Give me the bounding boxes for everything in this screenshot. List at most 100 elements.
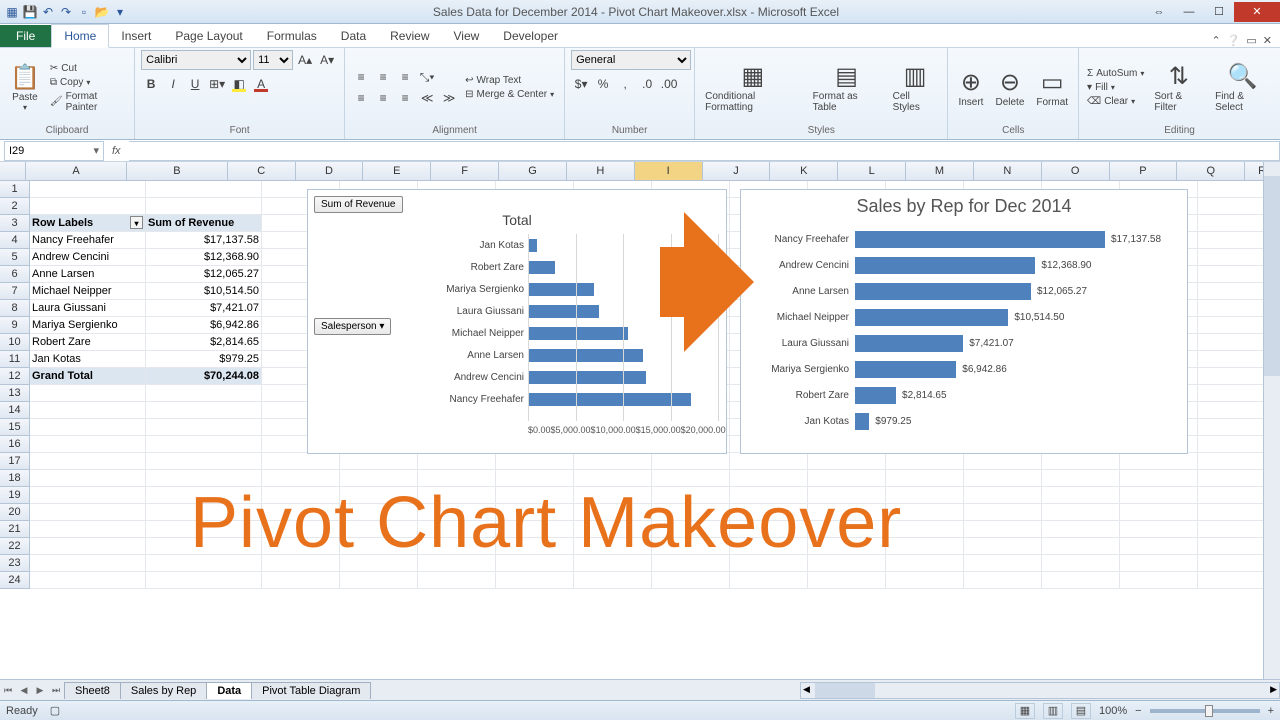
tab-nav-next-icon[interactable]: ▶: [32, 685, 48, 696]
row-2[interactable]: 2: [0, 198, 30, 215]
grow-font-icon[interactable]: A▴: [295, 50, 315, 70]
tab-nav-first-icon[interactable]: ⏮: [0, 685, 16, 696]
select-all-corner[interactable]: [0, 162, 26, 180]
wrap-text-button[interactable]: ↩Wrap Text: [463, 74, 556, 87]
indent-dec-icon[interactable]: ≪: [417, 88, 437, 108]
format-button[interactable]: ▭Format: [1032, 66, 1072, 110]
row-18[interactable]: 18: [0, 470, 30, 487]
redo-icon[interactable]: ↷: [58, 4, 74, 20]
zoom-in-icon[interactable]: +: [1268, 705, 1274, 717]
row-22[interactable]: 22: [0, 538, 30, 555]
view-pagebreak-icon[interactable]: ▤: [1071, 703, 1091, 719]
format-as-table-button[interactable]: ▤Format as Table: [809, 60, 885, 115]
tab-home[interactable]: Home: [51, 24, 109, 48]
conditional-formatting-button[interactable]: ▦Conditional Formatting: [701, 60, 805, 115]
row-20[interactable]: 20: [0, 504, 30, 521]
save-icon[interactable]: 💾: [22, 4, 38, 20]
align-top-icon[interactable]: ≡: [351, 67, 371, 87]
zoom-level[interactable]: 100%: [1099, 705, 1127, 717]
sheet-tab-sales-by-rep[interactable]: Sales by Rep: [120, 682, 207, 699]
filter-dropdown-icon[interactable]: ▾: [130, 216, 143, 229]
row-10[interactable]: 10: [0, 334, 30, 351]
indent-inc-icon[interactable]: ≫: [439, 88, 459, 108]
tab-review[interactable]: Review: [378, 25, 441, 47]
col-d[interactable]: D: [296, 162, 364, 180]
file-tab[interactable]: File: [0, 25, 51, 47]
clear-button[interactable]: ⌫Clear▾: [1085, 95, 1146, 108]
number-format-select[interactable]: General: [571, 50, 691, 70]
minimize-ribbon-icon[interactable]: ⌃: [1211, 34, 1220, 47]
row-24[interactable]: 24: [0, 572, 30, 589]
row-9[interactable]: 9: [0, 317, 30, 334]
copy-button[interactable]: ⧉Copy▾: [48, 76, 128, 89]
row-12[interactable]: 12: [0, 368, 30, 385]
tab-nav-last-icon[interactable]: ⏭: [48, 685, 64, 696]
row-17[interactable]: 17: [0, 453, 30, 470]
col-e[interactable]: E: [363, 162, 431, 180]
undo-icon[interactable]: ↶: [40, 4, 56, 20]
bold-button[interactable]: B: [141, 74, 161, 94]
hscroll-left-icon[interactable]: ◀: [803, 684, 810, 695]
tab-insert[interactable]: Insert: [109, 25, 163, 47]
new-icon[interactable]: ▫: [76, 4, 92, 20]
view-normal-icon[interactable]: ▦: [1015, 703, 1035, 719]
currency-icon[interactable]: $▾: [571, 74, 591, 94]
sort-filter-button[interactable]: ⇅Sort & Filter: [1150, 60, 1207, 115]
format-painter-button[interactable]: 🖌Format Painter: [48, 90, 128, 114]
tab-page-layout[interactable]: Page Layout: [163, 25, 254, 47]
font-size-select[interactable]: 11: [253, 50, 293, 70]
maximize-button[interactable]: ☐: [1204, 2, 1234, 22]
sheet-tab-pivot-diagram[interactable]: Pivot Table Diagram: [251, 682, 371, 699]
comma-icon[interactable]: ,: [615, 74, 635, 94]
decrease-decimal-icon[interactable]: .00: [659, 74, 679, 94]
align-left-icon[interactable]: ≡: [351, 88, 371, 108]
row-11[interactable]: 11: [0, 351, 30, 368]
col-f[interactable]: F: [431, 162, 499, 180]
orientation-icon[interactable]: ⤡▾: [417, 67, 437, 87]
col-b[interactable]: B: [127, 162, 228, 180]
find-select-button[interactable]: 🔍Find & Select: [1211, 60, 1274, 115]
row-19[interactable]: 19: [0, 487, 30, 504]
cell-styles-button[interactable]: ▥Cell Styles: [889, 60, 942, 115]
font-color-button[interactable]: A: [251, 74, 271, 94]
merge-center-button[interactable]: ⊟Merge & Center▾: [463, 88, 556, 101]
zoom-slider[interactable]: [1150, 709, 1260, 713]
sheet-tab-sheet8[interactable]: Sheet8: [64, 682, 121, 699]
field-sum-revenue-button[interactable]: Sum of Revenue: [314, 196, 403, 213]
tab-nav-prev-icon[interactable]: ◀: [16, 685, 32, 696]
row-16[interactable]: 16: [0, 436, 30, 453]
row-6[interactable]: 6: [0, 266, 30, 283]
row-14[interactable]: 14: [0, 402, 30, 419]
align-bottom-icon[interactable]: ≡: [395, 67, 415, 87]
restore-move-icon[interactable]: ⇔: [1144, 2, 1174, 22]
open-icon[interactable]: 📂: [94, 4, 110, 20]
field-salesperson-button[interactable]: Salesperson ▾: [314, 318, 391, 335]
fill-button[interactable]: ▾Fill▾: [1085, 81, 1146, 94]
col-i[interactable]: I: [635, 162, 703, 180]
row-21[interactable]: 21: [0, 521, 30, 538]
col-g[interactable]: G: [499, 162, 567, 180]
col-p[interactable]: P: [1110, 162, 1178, 180]
col-n[interactable]: N: [974, 162, 1042, 180]
macro-record-icon[interactable]: ▢: [50, 704, 60, 717]
align-center-icon[interactable]: ≡: [373, 88, 393, 108]
increase-decimal-icon[interactable]: .0: [637, 74, 657, 94]
col-m[interactable]: M: [906, 162, 974, 180]
tab-data[interactable]: Data: [329, 25, 378, 47]
autosum-button[interactable]: ΣAutoSum▾: [1085, 67, 1146, 80]
col-q[interactable]: Q: [1177, 162, 1245, 180]
paste-button[interactable]: 📋Paste▾: [6, 61, 44, 114]
delete-button[interactable]: ⊖Delete: [991, 66, 1028, 110]
col-a[interactable]: A: [26, 162, 127, 180]
minimize-button[interactable]: —: [1174, 2, 1204, 22]
hscroll-thumb[interactable]: [815, 683, 875, 698]
vertical-scrollbar[interactable]: [1263, 162, 1280, 679]
tab-view[interactable]: View: [442, 25, 492, 47]
view-layout-icon[interactable]: ▥: [1043, 703, 1063, 719]
insert-button[interactable]: ⊕Insert: [954, 66, 987, 110]
col-o[interactable]: O: [1042, 162, 1110, 180]
col-j[interactable]: J: [703, 162, 771, 180]
col-h[interactable]: H: [567, 162, 635, 180]
align-right-icon[interactable]: ≡: [395, 88, 415, 108]
vscroll-thumb[interactable]: [1264, 176, 1280, 376]
